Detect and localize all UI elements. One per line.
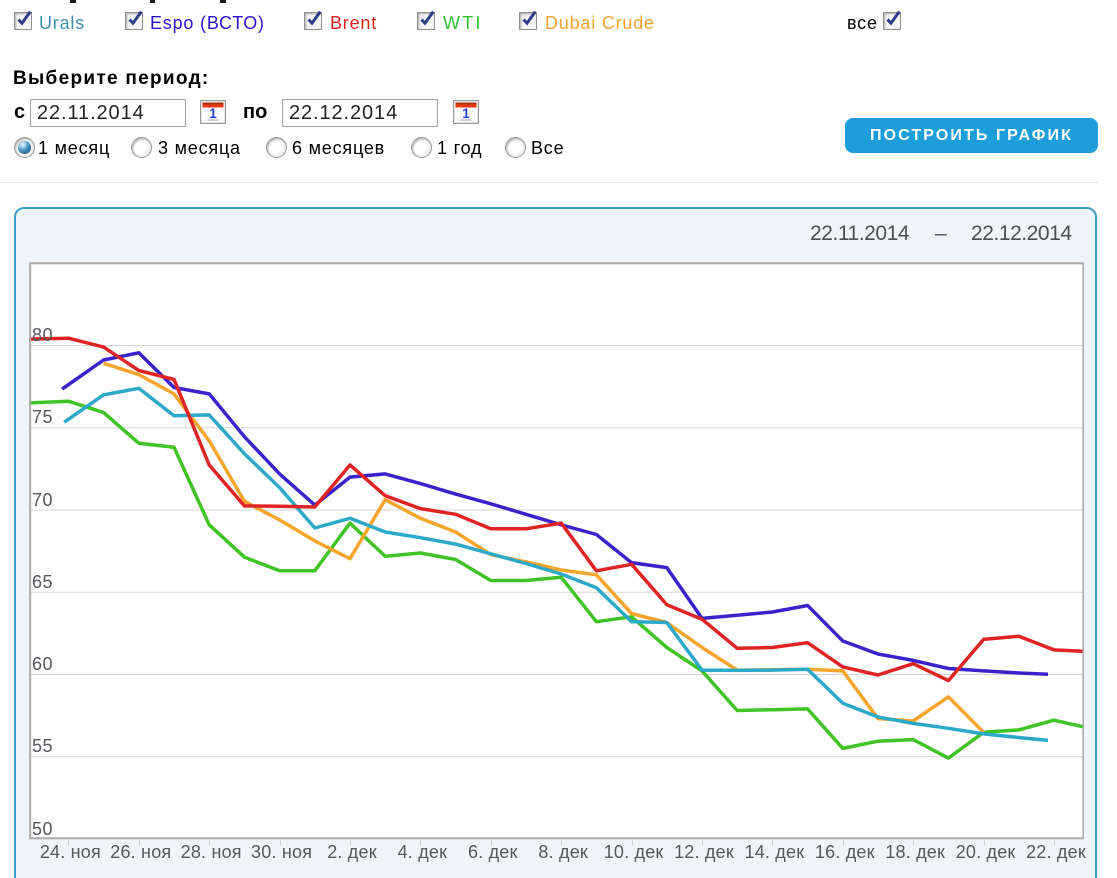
svg-text:1: 1	[462, 106, 470, 121]
svg-text:1: 1	[209, 106, 217, 121]
